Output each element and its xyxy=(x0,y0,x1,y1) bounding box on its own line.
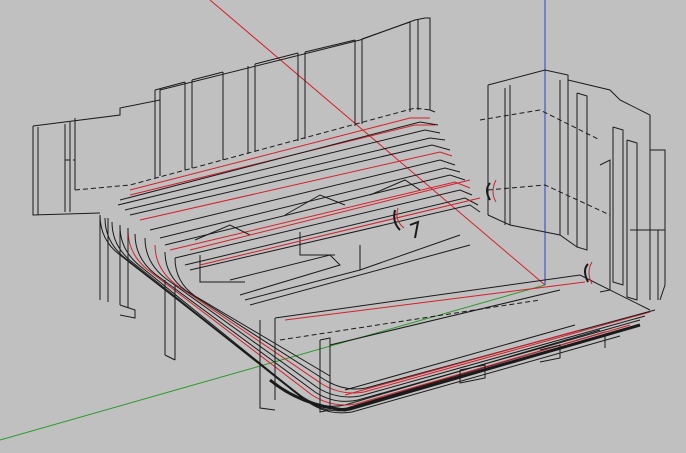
floor-slab xyxy=(259,274,651,413)
detail-marks xyxy=(393,179,593,285)
x-axis-line xyxy=(209,0,546,286)
right-wall xyxy=(479,69,666,301)
wireframe-canvas[interactable] xyxy=(0,0,686,453)
3d-viewport[interactable] xyxy=(0,0,686,453)
curved-ribbon xyxy=(99,214,656,414)
